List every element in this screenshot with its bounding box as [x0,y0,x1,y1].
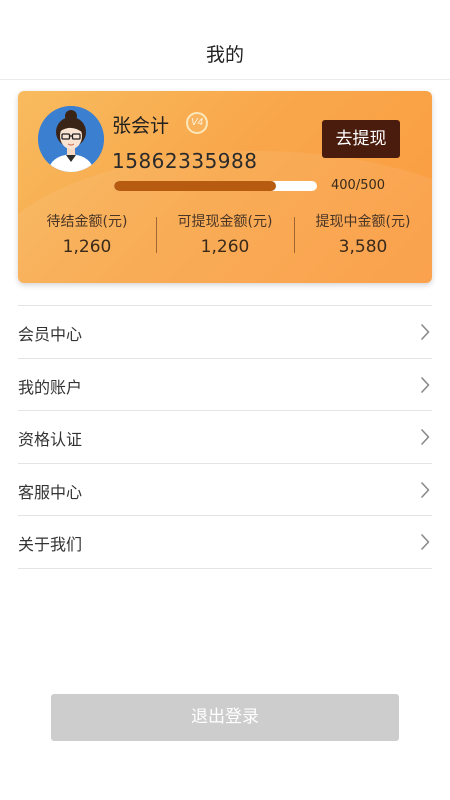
avatar-illustration [38,106,104,172]
stat-label: 可提现金额(元) [177,214,273,230]
menu-item-member-center[interactable]: 会员中心 [18,306,432,359]
page-title: 我的 [205,44,244,66]
user-phone: 15862335988 [112,149,258,173]
profile-card: 张会计 V4 15862335988 去提现 400/500 待结金额(元) 1… [18,91,432,283]
menu-item-label: 关于我们 [18,535,83,554]
chevron-right-icon [421,376,430,393]
logout-button[interactable]: 退出登录 [51,694,399,741]
menu-item-customer-service[interactable]: 客服中心 [18,464,432,516]
chevron-right-icon [421,534,430,550]
menu-item-label: 我的账户 [18,377,83,397]
menu-item-my-account[interactable]: 我的账户 [18,359,432,411]
user-name: 张会计 [112,115,170,137]
chevron-right-icon [421,429,430,445]
menu-item-label: 客服中心 [18,482,83,502]
stat-label: 待结金额(元) [46,214,128,230]
menu-item-certification[interactable]: 资格认证 [18,411,432,464]
vip-level-badge: V4 [186,112,208,134]
avatar[interactable] [38,106,104,172]
menu-item-label: 会员中心 [18,325,83,344]
settings-menu: 会员中心 我的账户 资格认证 客服中心 关于我们 [18,305,432,569]
stat-value: 1,260 [200,237,250,257]
balance-stats: 待结金额(元) 1,260 可提现金额(元) 1,260 提现中金额(元) 3,… [18,213,432,261]
top-bar: 我的 [0,0,450,80]
stat-value: 1,260 [62,237,112,257]
chevron-right-icon [421,481,430,498]
stat-withdrawable[interactable]: 可提现金额(元) 1,260 [156,213,294,261]
menu-item-about-us[interactable]: 关于我们 [18,516,432,569]
level-progress-text: 400/500 [331,178,386,193]
menu-item-label: 资格认证 [18,430,83,449]
stat-value: 3,580 [338,237,388,257]
stat-label: 提现中金额(元) [315,214,411,230]
level-progress-bar [114,181,317,191]
stat-withdrawing[interactable]: 提现中金额(元) 3,580 [294,213,432,261]
chevron-right-icon [421,324,430,340]
stat-pending[interactable]: 待结金额(元) 1,260 [18,213,156,261]
level-progress-fill [114,181,277,191]
withdraw-button[interactable]: 去提现 [322,120,400,158]
